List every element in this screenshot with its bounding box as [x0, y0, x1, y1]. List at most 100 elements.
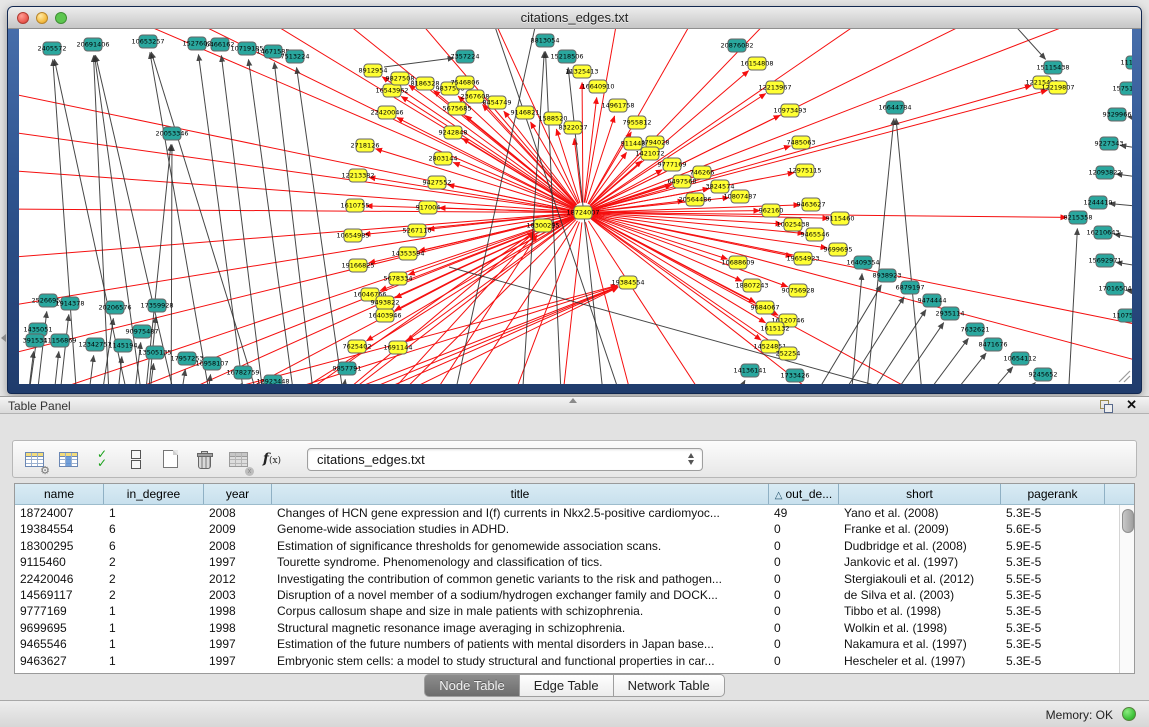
table-cell[interactable]: 0: [769, 620, 839, 636]
graph-node[interactable]: 1145194: [109, 339, 138, 352]
graph-node[interactable]: 20691406: [76, 38, 109, 51]
table-row[interactable]: 969969511998Structural magnetic resonanc…: [15, 620, 1119, 636]
graph-node[interactable]: 9684067: [751, 301, 780, 314]
graph-node[interactable]: 20876082: [720, 39, 753, 52]
graph-node[interactable]: 9146821: [511, 106, 540, 119]
graph-edge[interactable]: [19, 129, 573, 211]
table-cell[interactable]: 0: [769, 554, 839, 570]
graph-node[interactable]: 8322037: [559, 121, 588, 134]
graph-node[interactable]: 2803144: [429, 152, 458, 165]
table-cell[interactable]: 5.6E-5: [1001, 521, 1105, 537]
graph-node[interactable]: 1733426: [781, 369, 810, 382]
graph-node[interactable]: 22420046: [370, 106, 403, 119]
table-cell[interactable]: 18724007: [15, 505, 104, 521]
graph-edge[interactable]: [585, 29, 619, 203]
graph-edge[interactable]: [574, 138, 582, 202]
table-cell[interactable]: 5.3E-5: [1001, 653, 1105, 669]
graph-edge[interactable]: [397, 117, 574, 207]
graph-node[interactable]: 13505135: [138, 346, 171, 359]
graph-edge[interactable]: [21, 351, 34, 384]
table-cell[interactable]: 0: [769, 636, 839, 652]
graph-node[interactable]: 7625402: [343, 340, 372, 353]
graph-node[interactable]: 2935114: [936, 307, 965, 320]
graph-edge[interactable]: [593, 215, 1132, 369]
graph-node[interactable]: 7632621: [961, 323, 990, 336]
graph-node[interactable]: 10688609: [721, 256, 754, 269]
table-row[interactable]: 1830029562008Estimation of significance …: [15, 538, 1119, 554]
table-cell[interactable]: 2003: [204, 587, 272, 603]
graph-node[interactable]: 14961758: [601, 99, 634, 112]
graph-node[interactable]: 16154808: [740, 57, 773, 70]
table-cell[interactable]: 2012: [204, 571, 272, 587]
table-row[interactable]: 946362711997Embryonic stem cells: a mode…: [15, 653, 1119, 669]
graph-node[interactable]: 9465546: [801, 228, 830, 241]
column-header-out-de-[interactable]: △out_de...: [769, 484, 839, 504]
function-builder-button[interactable]: f(x): [259, 446, 285, 472]
graph-node[interactable]: 12213382: [341, 169, 374, 182]
table-row[interactable]: 2242004622012Investigating the contribut…: [15, 571, 1119, 587]
network-canvas[interactable]: 1872400718300295193845548912954224200461…: [19, 29, 1132, 384]
graph-node[interactable]: 20206576: [98, 301, 131, 314]
table-cell[interactable]: Stergiakouli et al. (2012): [839, 571, 1001, 587]
graph-node[interactable]: 962160: [759, 204, 784, 217]
scrollbar-thumb[interactable]: [1122, 509, 1134, 533]
table-row[interactable]: 946554611997Estimation of the future num…: [15, 636, 1119, 652]
graph-edge[interactable]: [333, 379, 345, 384]
graph-node[interactable]: 15692971: [1088, 254, 1121, 267]
graph-node[interactable]: 18807243: [735, 279, 768, 292]
graph-edge[interactable]: [384, 58, 454, 67]
table-cell[interactable]: 2009: [204, 521, 272, 537]
table-cell[interactable]: Wolkin et al. (1998): [839, 620, 1001, 636]
graph-node[interactable]: 8471676: [979, 338, 1008, 351]
graph-node[interactable]: 10653257: [131, 35, 164, 48]
table-row[interactable]: 1938455462009Genome-wide association stu…: [15, 521, 1119, 537]
table-cell[interactable]: 5.3E-5: [1001, 620, 1105, 636]
graph-node[interactable]: 17359928: [140, 299, 173, 312]
graph-node[interactable]: 9474444: [918, 294, 947, 307]
column-header-pagerank[interactable]: pagerank: [1001, 484, 1105, 504]
graph-node[interactable]: 5267110: [403, 224, 432, 237]
table-cell[interactable]: 9465546: [15, 636, 104, 652]
table-cell[interactable]: Structural magnetic resonance image aver…: [272, 620, 769, 636]
table-cell[interactable]: 1: [104, 636, 204, 652]
select-all-button[interactable]: ✓✓: [89, 446, 115, 472]
table-cell[interactable]: 2008: [204, 538, 272, 554]
table-scrollbar[interactable]: [1119, 505, 1134, 673]
graph-node[interactable]: 12923448: [256, 375, 289, 384]
graph-edge[interactable]: [297, 67, 351, 384]
table-cell[interactable]: 2008: [204, 505, 272, 521]
graph-edge[interactable]: [828, 310, 926, 384]
graph-edge[interactable]: [151, 52, 277, 384]
table-cell[interactable]: 0: [769, 653, 839, 669]
graph-edge[interactable]: [274, 62, 321, 384]
table-settings-button[interactable]: ⚙: [21, 446, 47, 472]
table-cell[interactable]: 1: [104, 620, 204, 636]
table-cell[interactable]: Estimation of the future numbers of pati…: [272, 636, 769, 652]
table-cell[interactable]: 5.5E-5: [1001, 571, 1105, 587]
table-cell[interactable]: Genome-wide association studies in ADHD.: [272, 521, 769, 537]
table-cell[interactable]: Nakamura et al. (1997): [839, 636, 1001, 652]
graph-node[interactable]: 14136141: [733, 364, 766, 377]
graph-node[interactable]: 17016504: [1098, 282, 1131, 295]
table-cell[interactable]: 1998: [204, 603, 272, 619]
graph-edge[interactable]: [871, 338, 968, 384]
table-cell[interactable]: 5.3E-5: [1001, 603, 1105, 619]
graph-node[interactable]: 19166825: [341, 259, 374, 272]
network-window-titlebar[interactable]: citations_edges.txt: [8, 7, 1141, 29]
table-cell[interactable]: Yano et al. (2008): [839, 505, 1001, 521]
table-cell[interactable]: 0: [769, 538, 839, 554]
graph-node[interactable]: 16644784: [878, 101, 911, 114]
table-cell[interactable]: Corpus callosum shape and size in male p…: [272, 603, 769, 619]
network-graph[interactable]: 1872400718300295193845548912954224200461…: [19, 29, 1132, 384]
table-cell[interactable]: 5.3E-5: [1001, 505, 1105, 521]
table-cell[interactable]: 1998: [204, 620, 272, 636]
graph-node[interactable]: 12219807: [1041, 81, 1074, 94]
select-columns-button[interactable]: [55, 446, 81, 472]
table-cell[interactable]: 9777169: [15, 603, 104, 619]
graph-node[interactable]: 10025438: [776, 218, 809, 231]
table-cell[interactable]: 9463627: [15, 653, 104, 669]
table-cell[interactable]: 19384554: [15, 521, 104, 537]
tab-network-table[interactable]: Network Table: [614, 674, 725, 697]
table-cell[interactable]: 5.3E-5: [1001, 636, 1105, 652]
table-cell[interactable]: 6: [104, 538, 204, 554]
